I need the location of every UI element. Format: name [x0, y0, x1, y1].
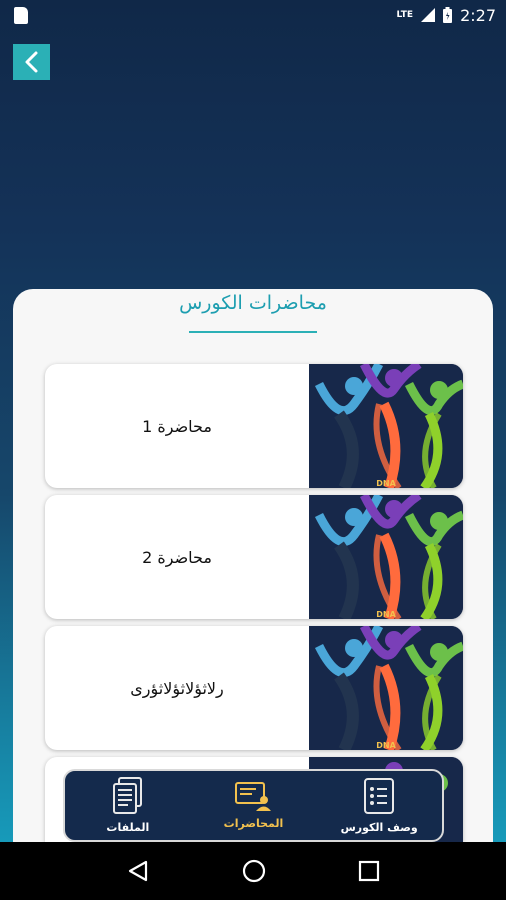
files-icon	[112, 777, 142, 814]
recents-nav-icon[interactable]	[358, 860, 380, 882]
clock: 2:27	[460, 5, 496, 25]
lecture-title: محاضرة 1	[142, 416, 212, 436]
lecture-item[interactable]: محاضرة 2 DNA	[45, 495, 463, 619]
system-nav-bar	[0, 842, 506, 900]
lecture-thumbnail: DNA	[309, 495, 463, 619]
chevron-left-icon	[25, 51, 37, 73]
nav-description-label: وصف الكورس	[340, 821, 418, 834]
nav-lectures[interactable]: المحاضرات	[198, 781, 308, 830]
back-nav-icon[interactable]	[126, 859, 150, 883]
list-icon	[364, 778, 395, 814]
lecture-thumbnail: DNA	[309, 626, 463, 750]
sd-card-icon	[14, 6, 28, 24]
section-title: محاضرات الكورس	[179, 292, 327, 314]
nav-files-label: الملفات	[106, 821, 150, 834]
nav-lectures-label: المحاضرات	[223, 817, 284, 830]
thumbnail-text: DNA	[376, 610, 396, 619]
signal-icon	[421, 8, 436, 22]
lecture-thumbnail: DNA	[309, 364, 463, 488]
thumbnail-text: DNA	[376, 741, 396, 750]
status-bar: LTE 2:27	[0, 0, 506, 30]
lecture-title: محاضرة 2	[142, 547, 212, 567]
title-underline	[189, 331, 317, 333]
lecture-item[interactable]: محاضرة 1 DNA	[45, 364, 463, 488]
nav-description[interactable]: وصف الكورس	[324, 777, 434, 834]
home-nav-icon[interactable]	[242, 859, 266, 883]
back-button[interactable]	[13, 44, 50, 80]
status-icons: LTE 2:27	[397, 6, 496, 25]
bottom-nav: الملفات المحاضرات وصف الكورس	[63, 769, 444, 842]
lecture-title: رلاثؤلاثؤلاثؤرى	[130, 678, 224, 698]
network-type: LTE	[396, 10, 414, 20]
nav-files[interactable]: الملفات	[73, 777, 183, 834]
lectures-icon	[235, 782, 272, 811]
battery-icon	[443, 7, 453, 23]
lecture-item[interactable]: رلاثؤلاثؤلاثؤرى DNA	[45, 626, 463, 750]
thumbnail-text: DNA	[376, 479, 396, 488]
